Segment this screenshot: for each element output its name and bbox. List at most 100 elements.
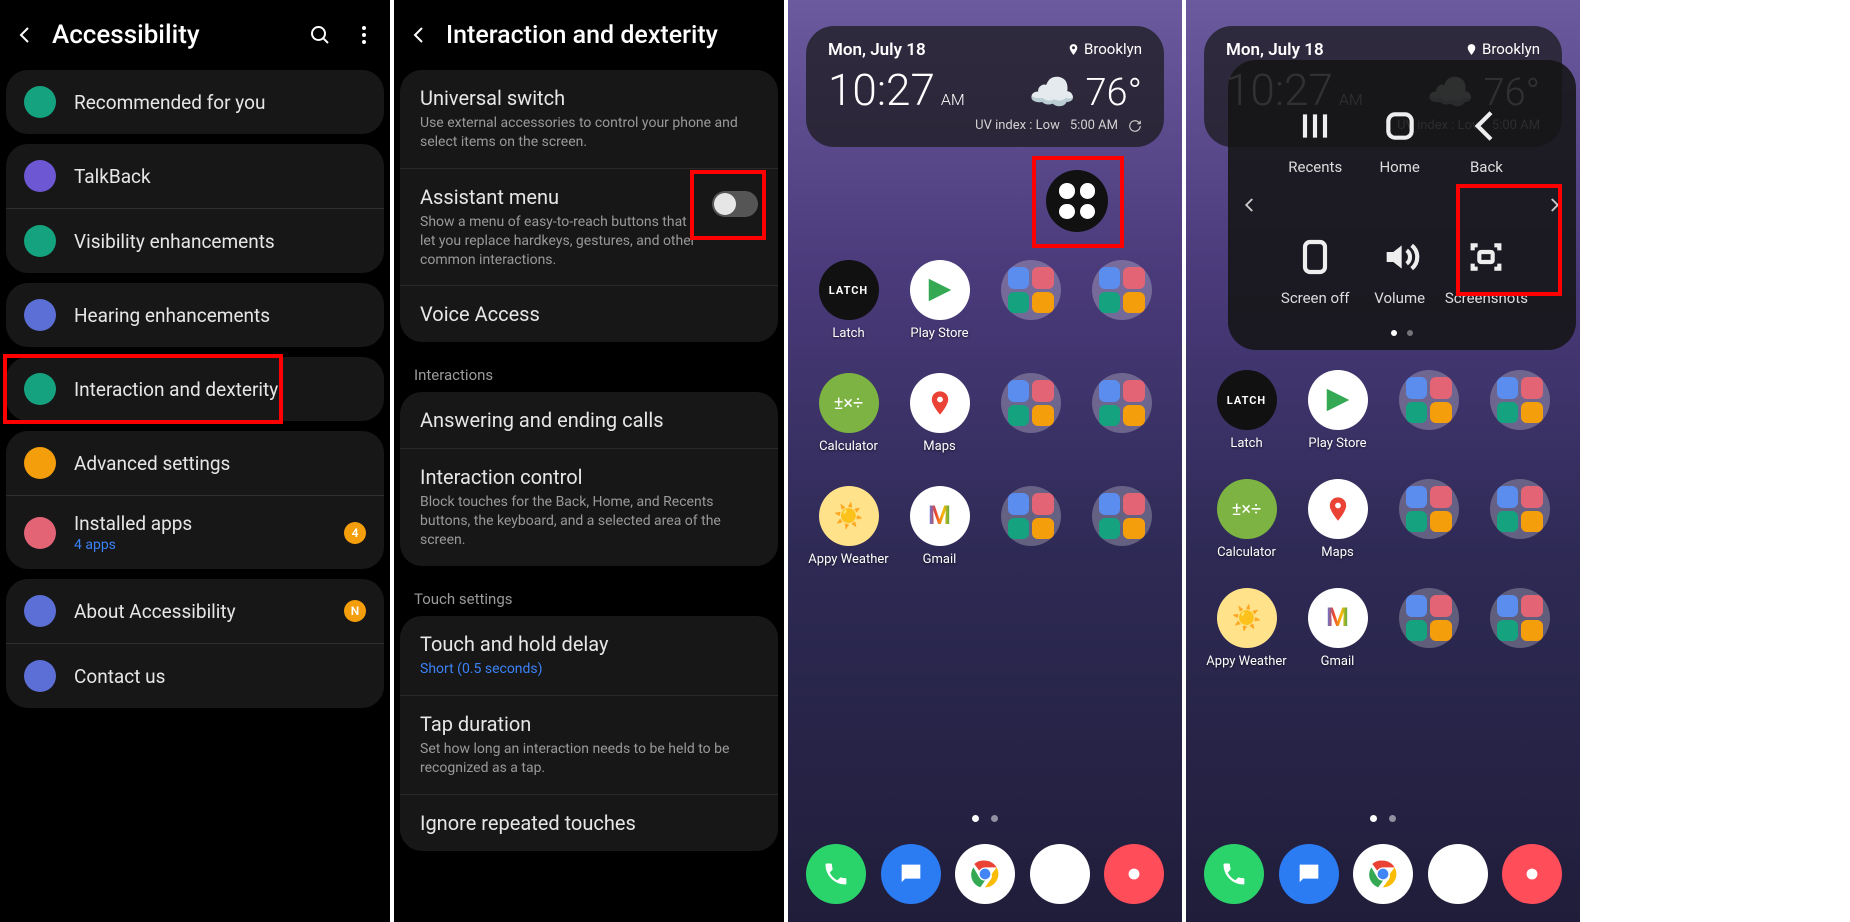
app-icon[interactable]: MGmail — [1295, 588, 1380, 669]
home-screen-assistant-button: Mon, July 18 Brooklyn 10:27AM ☁️ 76° UV … — [788, 0, 1182, 922]
assistant-menu-volume[interactable]: Volume — [1360, 209, 1438, 332]
app-icon[interactable]: ±×÷Calculator — [1204, 479, 1289, 560]
app-folder[interactable] — [1477, 479, 1562, 560]
app-label: Play Store — [1308, 436, 1366, 451]
app-icon[interactable]: Play Store — [1295, 370, 1380, 451]
camera-icon[interactable] — [1502, 844, 1562, 904]
settings-row[interactable]: Voice Access — [400, 285, 778, 342]
app-icon[interactable]: Maps — [897, 373, 982, 454]
app-icon[interactable]: LATCHLatch — [1204, 370, 1289, 451]
app-folder[interactable] — [988, 373, 1073, 454]
back-icon[interactable] — [12, 22, 38, 48]
row-title: Answering and ending calls — [420, 408, 758, 432]
app-folder[interactable] — [1477, 370, 1562, 451]
row-subtitle: Short (0.5 seconds) — [420, 660, 758, 679]
app-icon[interactable]: Maps — [1295, 479, 1380, 560]
back-icon[interactable] — [406, 22, 432, 48]
app-folder[interactable] — [1477, 588, 1562, 669]
volume-icon — [1378, 235, 1422, 279]
settings-list: Recommended for you TalkBack Visibility en… — [0, 70, 390, 708]
page-dots — [1186, 815, 1580, 822]
app-folder[interactable] — [988, 486, 1073, 567]
assistant-menu-button[interactable] — [1046, 170, 1108, 232]
assistant-menu-recents[interactable]: Recents — [1276, 78, 1354, 201]
row-title: Assistant menu — [420, 185, 698, 209]
row-desc: Show a menu of easy-to-reach buttons tha… — [420, 213, 698, 270]
search-icon[interactable] — [306, 21, 334, 49]
app-folder[interactable] — [1079, 373, 1164, 454]
messages-icon[interactable] — [1279, 844, 1339, 904]
phone-icon[interactable] — [806, 844, 866, 904]
row-badge: N — [344, 600, 366, 622]
app-icon[interactable]: ☀️Appy Weather — [806, 486, 891, 567]
settings-row[interactable]: Hearing enhancements — [6, 283, 384, 347]
assistant-menu-screenshot[interactable]: Screenshots — [1445, 209, 1528, 332]
weather-widget[interactable]: Mon, July 18 Brooklyn 10:27AM ☁️ 76° UV … — [806, 26, 1164, 147]
settings-row[interactable]: Ignore repeated touches — [400, 794, 778, 851]
toggle-switch[interactable] — [712, 191, 758, 217]
app-icon[interactable]: ☀️Appy Weather — [1204, 588, 1289, 669]
dock: ✱ — [1204, 844, 1562, 904]
chrome-icon[interactable] — [1353, 844, 1413, 904]
app-icon[interactable]: ±×÷Calculator — [806, 373, 891, 454]
row-title: Contact us — [74, 665, 366, 688]
row-title: TalkBack — [74, 165, 366, 188]
accessibility-settings-panel: Accessibility Recommended for youTalkBac… — [0, 0, 390, 922]
row-title: About Accessibility — [74, 600, 326, 623]
app-folder[interactable] — [1386, 370, 1471, 451]
app-icon[interactable]: LATCHLatch — [806, 260, 891, 341]
home-icon — [1378, 104, 1422, 148]
app-folder[interactable] — [1079, 486, 1164, 567]
messages-icon[interactable] — [881, 844, 941, 904]
app-folder[interactable] — [1079, 260, 1164, 341]
settings-row[interactable]: Assistant menu Show a menu of easy-to-rea… — [400, 168, 778, 286]
row-title: Interaction control — [420, 465, 758, 489]
assistant-menu-back[interactable]: Back — [1445, 78, 1528, 201]
settings-row[interactable]: Interaction controlBlock touches for the… — [400, 448, 778, 566]
settings-row[interactable]: Installed apps4 apps4 — [6, 495, 384, 569]
assistant-menu-pager — [1228, 330, 1576, 336]
settings-row[interactable]: Recommended for you — [6, 70, 384, 134]
row-title: Recommended for you — [74, 91, 366, 114]
chrome-icon[interactable] — [955, 844, 1015, 904]
app-label: Gmail — [923, 552, 957, 567]
overflow-icon[interactable] — [350, 21, 378, 49]
phone-icon[interactable] — [1204, 844, 1264, 904]
assistant-menu-prev[interactable] — [1238, 190, 1262, 220]
slack-icon[interactable]: ✱ — [1030, 844, 1090, 904]
settings-row[interactable]: Answering and ending calls — [400, 392, 778, 448]
app-folder[interactable] — [1386, 588, 1471, 669]
settings-row[interactable]: TalkBack — [6, 144, 384, 208]
location-text: Brooklyn — [1067, 40, 1142, 58]
settings-row[interactable]: Touch and hold delayShort (0.5 seconds) — [400, 616, 778, 695]
settings-list: Universal switchUse external accessories… — [394, 70, 784, 851]
assistant-menu-next[interactable] — [1542, 190, 1566, 220]
app-label: Appy Weather — [808, 552, 888, 567]
settings-row[interactable]: Interaction and dexterity — [6, 357, 384, 421]
app-icon[interactable]: MGmail — [897, 486, 982, 567]
app-label: Latch — [832, 326, 864, 341]
page-dots — [788, 815, 1182, 822]
app-folder[interactable] — [1386, 479, 1471, 560]
settings-row[interactable]: Tap durationSet how long an interaction … — [400, 695, 778, 794]
assistant-menu-label: Home — [1379, 158, 1419, 176]
back-icon — [1464, 104, 1508, 148]
settings-row[interactable]: Universal switchUse external accessories… — [400, 70, 778, 168]
temp-text: ☁️ 76° — [1029, 71, 1142, 115]
settings-row[interactable]: About Accessibility N — [6, 579, 384, 643]
assistant-menu-screenoff[interactable]: Screen off — [1276, 209, 1354, 332]
app-label: Gmail — [1321, 654, 1355, 669]
settings-row[interactable]: Advanced settings — [6, 431, 384, 495]
app-label: Calculator — [819, 439, 878, 454]
assistant-menu-home[interactable]: Home — [1360, 78, 1438, 201]
settings-row[interactable]: Contact us — [6, 643, 384, 708]
slack-icon[interactable]: ✱ — [1428, 844, 1488, 904]
row-desc: Use external accessories to control your… — [420, 114, 758, 152]
app-grid: LATCHLatch Play Store ±×÷CalculatorMaps☀️A… — [1204, 370, 1562, 669]
camera-icon[interactable] — [1104, 844, 1164, 904]
app-folder[interactable] — [988, 260, 1073, 341]
app-icon[interactable]: Play Store — [897, 260, 982, 341]
row-subtitle: 4 apps — [74, 537, 326, 553]
settings-row[interactable]: Visibility enhancements — [6, 208, 384, 273]
assistant-menu-label: Recents — [1288, 158, 1342, 176]
